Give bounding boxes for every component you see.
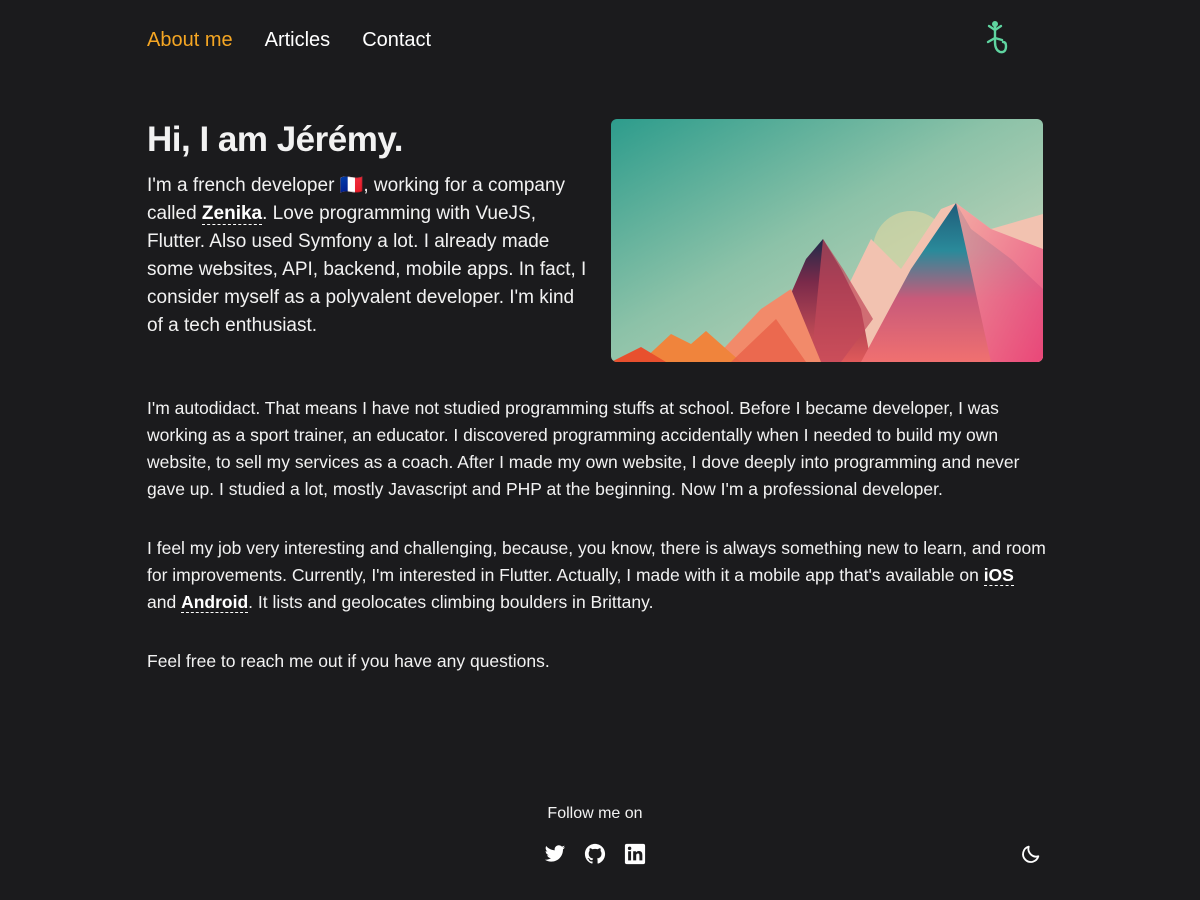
paragraph-contact: Feel free to reach me out if you have an… <box>147 651 550 671</box>
android-link[interactable]: Android <box>181 592 249 613</box>
nav-about-me[interactable]: About me <box>147 26 233 54</box>
zenika-link[interactable]: Zenika <box>201 203 263 225</box>
paragraph-2-text-a: I feel my job very interesting and chall… <box>147 538 1046 585</box>
github-icon[interactable] <box>584 843 606 865</box>
gecko-logo-icon[interactable] <box>984 20 1012 58</box>
nav-articles[interactable]: Articles <box>265 26 331 54</box>
france-flag-icon: 🇫🇷 <box>339 175 364 196</box>
paragraph-job: I feel my job very interesting and chall… <box>147 535 1047 616</box>
moon-icon[interactable] <box>1020 843 1042 865</box>
hero-intro: I'm a french developer 🇫🇷, working for a… <box>147 172 587 340</box>
paragraph-autodidact: I'm autodidact. That means I have not st… <box>147 398 1020 499</box>
paragraph-2-text-b: and <box>147 592 182 612</box>
ios-link[interactable]: iOS <box>983 565 1014 586</box>
nav-contact[interactable]: Contact <box>362 26 431 54</box>
paragraph-2-text-c: . It lists and geolocates climbing bould… <box>248 592 654 612</box>
page-title: Hi, I am Jérémy. <box>147 120 403 159</box>
intro-text-1: I'm a french developer <box>147 175 340 196</box>
follow-label: Follow me on <box>547 805 643 822</box>
main-nav: About me Articles Contact <box>147 26 431 54</box>
linkedin-icon[interactable] <box>624 843 646 865</box>
mountains-illustration <box>611 119 1043 362</box>
twitter-icon[interactable] <box>544 843 566 865</box>
